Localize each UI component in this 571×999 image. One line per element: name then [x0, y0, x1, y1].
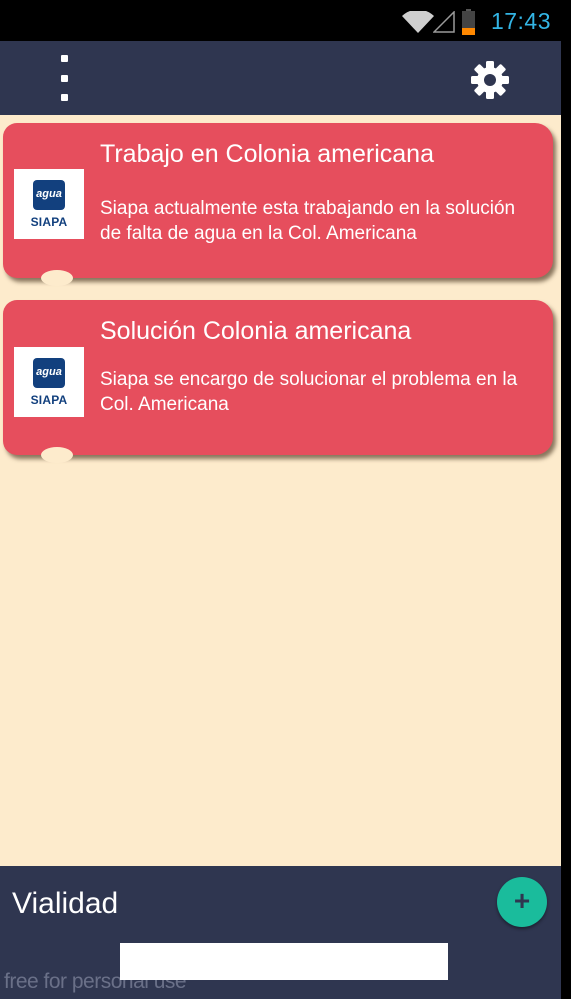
water-drop-icon: agua — [33, 357, 65, 388]
wifi-icon — [402, 11, 434, 33]
logo-brand: SIAPA — [30, 392, 68, 407]
news-card[interactable]: agua SIAPA Trabajo en Colonia americana … — [3, 123, 553, 286]
card-title: Trabajo en Colonia americana — [100, 140, 434, 168]
card-description: Siapa actualmente esta trabajando en la … — [100, 198, 516, 244]
siapa-logo: agua SIAPA — [14, 347, 84, 417]
card-description: Siapa se encargo de solucionar el proble… — [100, 369, 518, 415]
section-label: Vialidad — [12, 887, 119, 920]
bottom-bar: Vialidad + free for personal use — [0, 866, 561, 999]
logo-word: agua — [36, 188, 62, 200]
status-time: 17:43 — [490, 8, 551, 34]
app-bar — [0, 41, 561, 115]
status-bar: 17:43 — [0, 0, 571, 41]
gear-icon[interactable] — [470, 60, 510, 100]
battery-icon — [462, 9, 475, 35]
logo-brand: SIAPA — [30, 214, 68, 229]
news-card[interactable]: agua SIAPA Solución Colonia americana Si… — [3, 300, 553, 463]
screen-edge — [561, 41, 571, 999]
ad-banner — [120, 943, 448, 980]
water-drop-icon: agua — [33, 179, 65, 210]
overflow-menu-icon[interactable] — [44, 55, 84, 101]
logo-word: agua — [36, 366, 62, 378]
siapa-logo: agua SIAPA — [14, 169, 84, 239]
signal-icon — [433, 11, 455, 33]
plus-icon: + — [513, 885, 531, 916]
add-button[interactable]: + — [497, 877, 547, 927]
news-list: agua SIAPA Trabajo en Colonia americana … — [0, 115, 561, 866]
card-notch — [41, 447, 73, 463]
card-title: Solución Colonia americana — [100, 317, 412, 345]
card-notch — [41, 270, 73, 286]
